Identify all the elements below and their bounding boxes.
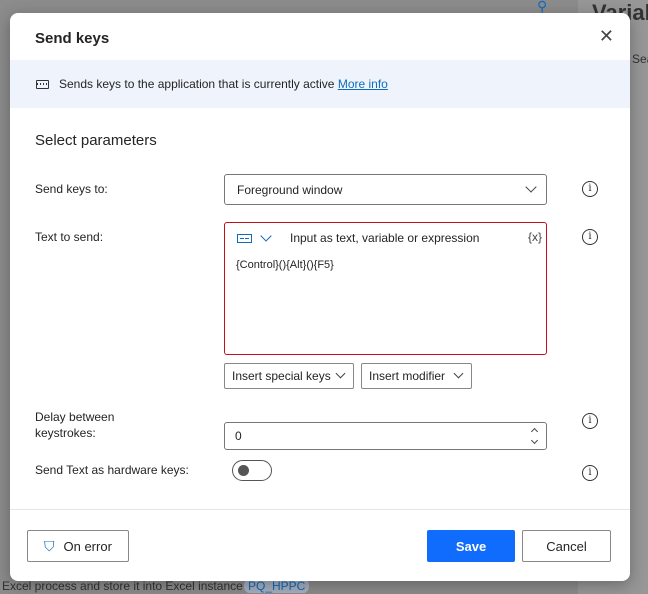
insert-special-keys-button[interactable]: Insert special keys — [224, 363, 354, 389]
more-info-link[interactable]: More info — [338, 77, 388, 91]
insert-modifier-label: Insert modifier — [369, 369, 446, 383]
send-keys-to-label: Send keys to: — [35, 182, 108, 196]
info-icon[interactable]: i — [582, 229, 598, 245]
text-value: {Control}(){Alt}(){F5} — [236, 259, 334, 271]
description-band: Sends keys to the application that is cu… — [10, 60, 630, 108]
mode-hint: Input as text, variable or expression — [290, 231, 480, 245]
info-icon[interactable]: i — [582, 181, 598, 197]
chevron-down-icon — [453, 368, 464, 379]
on-error-label: On error — [63, 538, 112, 554]
delay-value: 0 — [235, 429, 242, 443]
text-to-send-input[interactable]: Input as text, variable or expression {x… — [224, 222, 547, 355]
delay-label-line2: keystrokes: — [35, 426, 96, 440]
variable-button[interactable]: {x} — [528, 230, 542, 244]
send-keys-to-value: Foreground window — [237, 182, 343, 197]
footer-divider — [10, 509, 630, 510]
text-to-send-label: Text to send: — [35, 230, 104, 244]
cancel-button[interactable]: Cancel — [522, 530, 611, 562]
delay-label: Delay between keystrokes: — [35, 409, 114, 441]
background-search: Sea — [632, 52, 648, 66]
hardware-keys-label: Send Text as hardware keys: — [35, 463, 189, 477]
send-keys-dialog: Send keys ✕ Sends keys to the applicatio… — [10, 13, 630, 581]
section-title: Select parameters — [35, 132, 157, 149]
decrement-icon[interactable] — [530, 436, 539, 445]
on-error-button[interactable]: ⛉ On error — [27, 530, 129, 562]
chevron-down-icon — [335, 368, 346, 379]
send-keys-to-dropdown[interactable]: Foreground window — [224, 174, 547, 205]
hardware-keys-toggle[interactable] — [232, 460, 272, 481]
text-mode-icon[interactable] — [237, 234, 252, 243]
close-icon[interactable]: ✕ — [599, 27, 614, 45]
mode-chevron-down-icon[interactable] — [260, 230, 272, 242]
dialog-title: Send keys — [35, 30, 110, 47]
insert-special-keys-label: Insert special keys — [232, 369, 331, 383]
delay-stepper[interactable]: 0 — [224, 422, 547, 450]
insert-modifier-button[interactable]: Insert modifier — [361, 363, 472, 389]
delay-label-line1: Delay between — [35, 410, 115, 424]
save-button[interactable]: Save — [427, 530, 515, 562]
info-icon[interactable]: i — [582, 465, 598, 481]
background-action-text: Excel process and store it into Excel in… — [2, 579, 243, 593]
background-variable-chip: PQ_HPPC — [244, 579, 310, 593]
description-text: Sends keys to the application that is cu… — [59, 77, 335, 91]
keyboard-icon — [36, 79, 49, 89]
chevron-down-icon — [525, 181, 537, 193]
shield-icon: ⛉ — [44, 537, 55, 554]
increment-icon[interactable] — [530, 427, 539, 436]
info-icon[interactable]: i — [582, 413, 598, 429]
